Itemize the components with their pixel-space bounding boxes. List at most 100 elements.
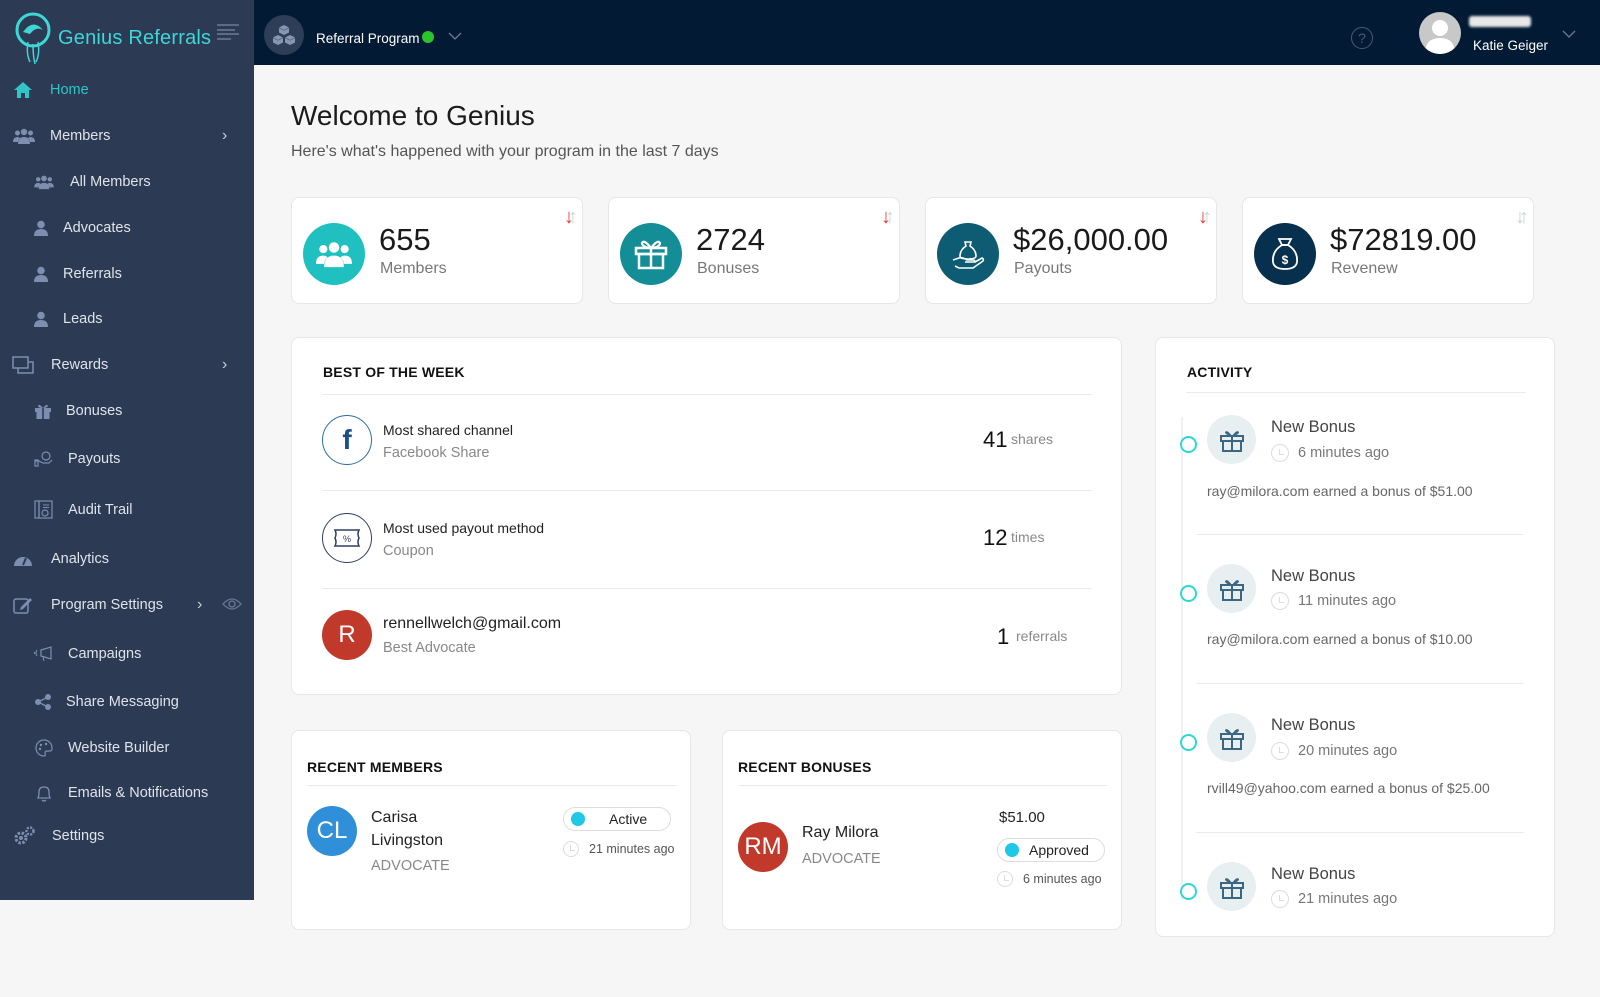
sidebar-item-advocates[interactable]: Advocates xyxy=(0,210,254,246)
program-selector-label[interactable]: Referral Program xyxy=(316,31,420,46)
sidebar-item-emails-notifications[interactable]: Emails & Notifications xyxy=(0,775,254,811)
activity-title: New Bonus xyxy=(1271,865,1356,883)
timeline-dot xyxy=(1180,436,1197,453)
time-text: 21 minutes ago xyxy=(1298,891,1398,907)
time-text: 21 minutes ago xyxy=(589,842,675,856)
chevron-right-icon: › xyxy=(222,127,228,144)
best-row-channel[interactable]: f Most shared channel Facebook Share 41 … xyxy=(322,415,1092,495)
card-title: RECENT MEMBERS xyxy=(307,759,443,775)
chevron-right-icon: › xyxy=(222,356,228,373)
member-first-name[interactable]: Carisa xyxy=(371,809,417,827)
card-title: RECENT BONUSES xyxy=(738,759,872,775)
sidebar-item-bonuses[interactable]: Bonuses xyxy=(0,393,254,429)
stat-card-bonuses[interactable]: 2724 Bonuses ↓↑ xyxy=(608,197,900,304)
bell-icon xyxy=(33,782,55,804)
sidebar-item-label: Settings xyxy=(52,828,105,844)
stat-value: $26,000.00 xyxy=(1013,222,1169,257)
member-last-name[interactable]: Livingston xyxy=(371,832,443,850)
sidebar-item-label: Referrals xyxy=(63,266,122,282)
gift-icon xyxy=(1207,415,1256,464)
bonus-status-badge: Approved xyxy=(997,838,1105,862)
svg-text:%: % xyxy=(343,534,351,544)
clock-icon xyxy=(1271,592,1289,610)
status-label: Approved xyxy=(1029,842,1089,858)
brand-logo[interactable]: Genius Referrals xyxy=(14,10,211,66)
sort-arrows-icon[interactable]: ↓↑ xyxy=(1198,206,1212,229)
user-icon xyxy=(30,217,52,239)
sidebar-item-analytics[interactable]: Analytics xyxy=(0,541,254,577)
bonus-member-role: ADVOCATE xyxy=(802,851,881,867)
sidebar-item-label: Emails & Notifications xyxy=(68,785,209,801)
recent-bonuses-card: RECENT BONUSES RM Ray Milora ADVOCATE $5… xyxy=(722,730,1122,930)
sidebar-item-label: Bonuses xyxy=(66,403,123,419)
best-row-payout[interactable]: % Most used payout method Coupon 12 time… xyxy=(322,513,1092,593)
sidebar-item-label: Leads xyxy=(63,311,103,327)
clock-icon xyxy=(1271,890,1289,908)
sidebar-item-settings[interactable]: Settings xyxy=(0,818,254,854)
stat-card-members[interactable]: 655 Members ↓↑ xyxy=(291,197,583,304)
activity-title: New Bonus xyxy=(1271,567,1356,585)
clock-icon xyxy=(997,871,1013,887)
activity-item[interactable]: New Bonus 20 minutes ago rvill49@yahoo.c… xyxy=(1180,703,1540,848)
sidebar-item-payouts[interactable]: Payouts xyxy=(0,441,254,477)
best-row-advocate[interactable]: R rennellwelch@gmail.com Best Advocate 1… xyxy=(322,610,1092,690)
menu-toggle-icon[interactable] xyxy=(217,24,239,40)
timeline-dot xyxy=(1180,883,1197,900)
program-dropdown-chevron-icon[interactable] xyxy=(448,28,462,46)
bonus-amount: $51.00 xyxy=(999,809,1045,826)
sort-arrows-icon[interactable]: ↓↑ xyxy=(881,206,895,229)
time-text: 6 minutes ago xyxy=(1023,872,1102,886)
payout-hand-icon xyxy=(937,223,999,285)
sidebar-item-referrals[interactable]: Referrals xyxy=(0,256,254,292)
program-cubes-icon[interactable] xyxy=(264,15,304,55)
user-name[interactable]: Katie Geiger xyxy=(1473,38,1548,53)
page-title: Welcome to Genius xyxy=(291,100,535,131)
sort-arrows-icon[interactable]: ↓↑ xyxy=(1515,206,1529,229)
bonus-member-name[interactable]: Ray Milora xyxy=(802,824,878,842)
clock-icon xyxy=(1271,444,1289,462)
status-label: Active xyxy=(609,811,648,827)
sidebar-item-all-members[interactable]: All Members xyxy=(0,164,254,200)
eye-icon[interactable] xyxy=(222,597,242,615)
stat-label: Revenew xyxy=(1331,260,1398,277)
timeline-dot xyxy=(1180,585,1197,602)
sidebar-item-rewards[interactable]: Rewards › xyxy=(0,347,254,383)
advocate-avatar: R xyxy=(322,610,372,660)
activity-description: ray@milora.com earned a bonus of $10.00 xyxy=(1207,631,1473,647)
stat-label: Bonuses xyxy=(697,260,760,277)
bonus-avatar[interactable]: RM xyxy=(738,822,788,872)
sidebar-item-label: Website Builder xyxy=(68,740,170,756)
activity-item[interactable]: New Bonus 11 minutes ago ray@milora.com … xyxy=(1180,554,1540,699)
sidebar-item-website-builder[interactable]: Website Builder xyxy=(0,730,254,766)
sidebar-item-home[interactable]: Home xyxy=(0,72,254,108)
sidebar-item-share-messaging[interactable]: Share Messaging xyxy=(0,684,254,720)
sidebar-item-members[interactable]: Members › xyxy=(0,118,254,154)
user-avatar[interactable] xyxy=(1419,12,1461,54)
member-time: 21 minutes ago xyxy=(563,841,674,857)
sidebar-item-leads[interactable]: Leads xyxy=(0,301,254,337)
sort-arrows-icon[interactable]: ↓↑ xyxy=(564,206,578,229)
sidebar-item-campaigns[interactable]: Campaigns xyxy=(0,636,254,672)
sidebar-item-audit-trail[interactable]: Audit Trail xyxy=(0,492,254,528)
activity-time: 6 minutes ago xyxy=(1271,444,1389,462)
users-icon xyxy=(303,223,365,285)
help-icon[interactable]: ? xyxy=(1351,27,1373,49)
stat-label: Payouts xyxy=(1014,260,1072,277)
audit-icon xyxy=(33,499,55,521)
user-icon xyxy=(30,308,52,330)
sidebar-item-program-settings[interactable]: Program Settings › xyxy=(0,587,254,623)
card-title: ACTIVITY xyxy=(1187,364,1253,380)
user-menu-chevron-icon[interactable] xyxy=(1562,26,1576,44)
activity-item[interactable]: New Bonus 6 minutes ago ray@milora.com e… xyxy=(1180,405,1540,550)
sidebar-item-label: Analytics xyxy=(51,551,110,567)
stat-card-revenue[interactable]: $ $72819.00 Revenew ↓↑ xyxy=(1242,197,1534,304)
sidebar-item-label: Payouts xyxy=(68,451,121,467)
recent-members-card: RECENT MEMBERS CL Carisa Livingston ADVO… xyxy=(291,730,691,930)
stat-card-payouts[interactable]: $26,000.00 Payouts ↓↑ xyxy=(925,197,1217,304)
status-dot xyxy=(1005,843,1019,857)
best-row-unit: times xyxy=(1011,529,1045,545)
best-row-title: Most used payout method xyxy=(383,520,545,536)
activity-item[interactable]: New Bonus 21 minutes ago xyxy=(1180,852,1540,997)
clock-icon xyxy=(563,841,579,857)
member-avatar[interactable]: CL xyxy=(307,806,357,856)
